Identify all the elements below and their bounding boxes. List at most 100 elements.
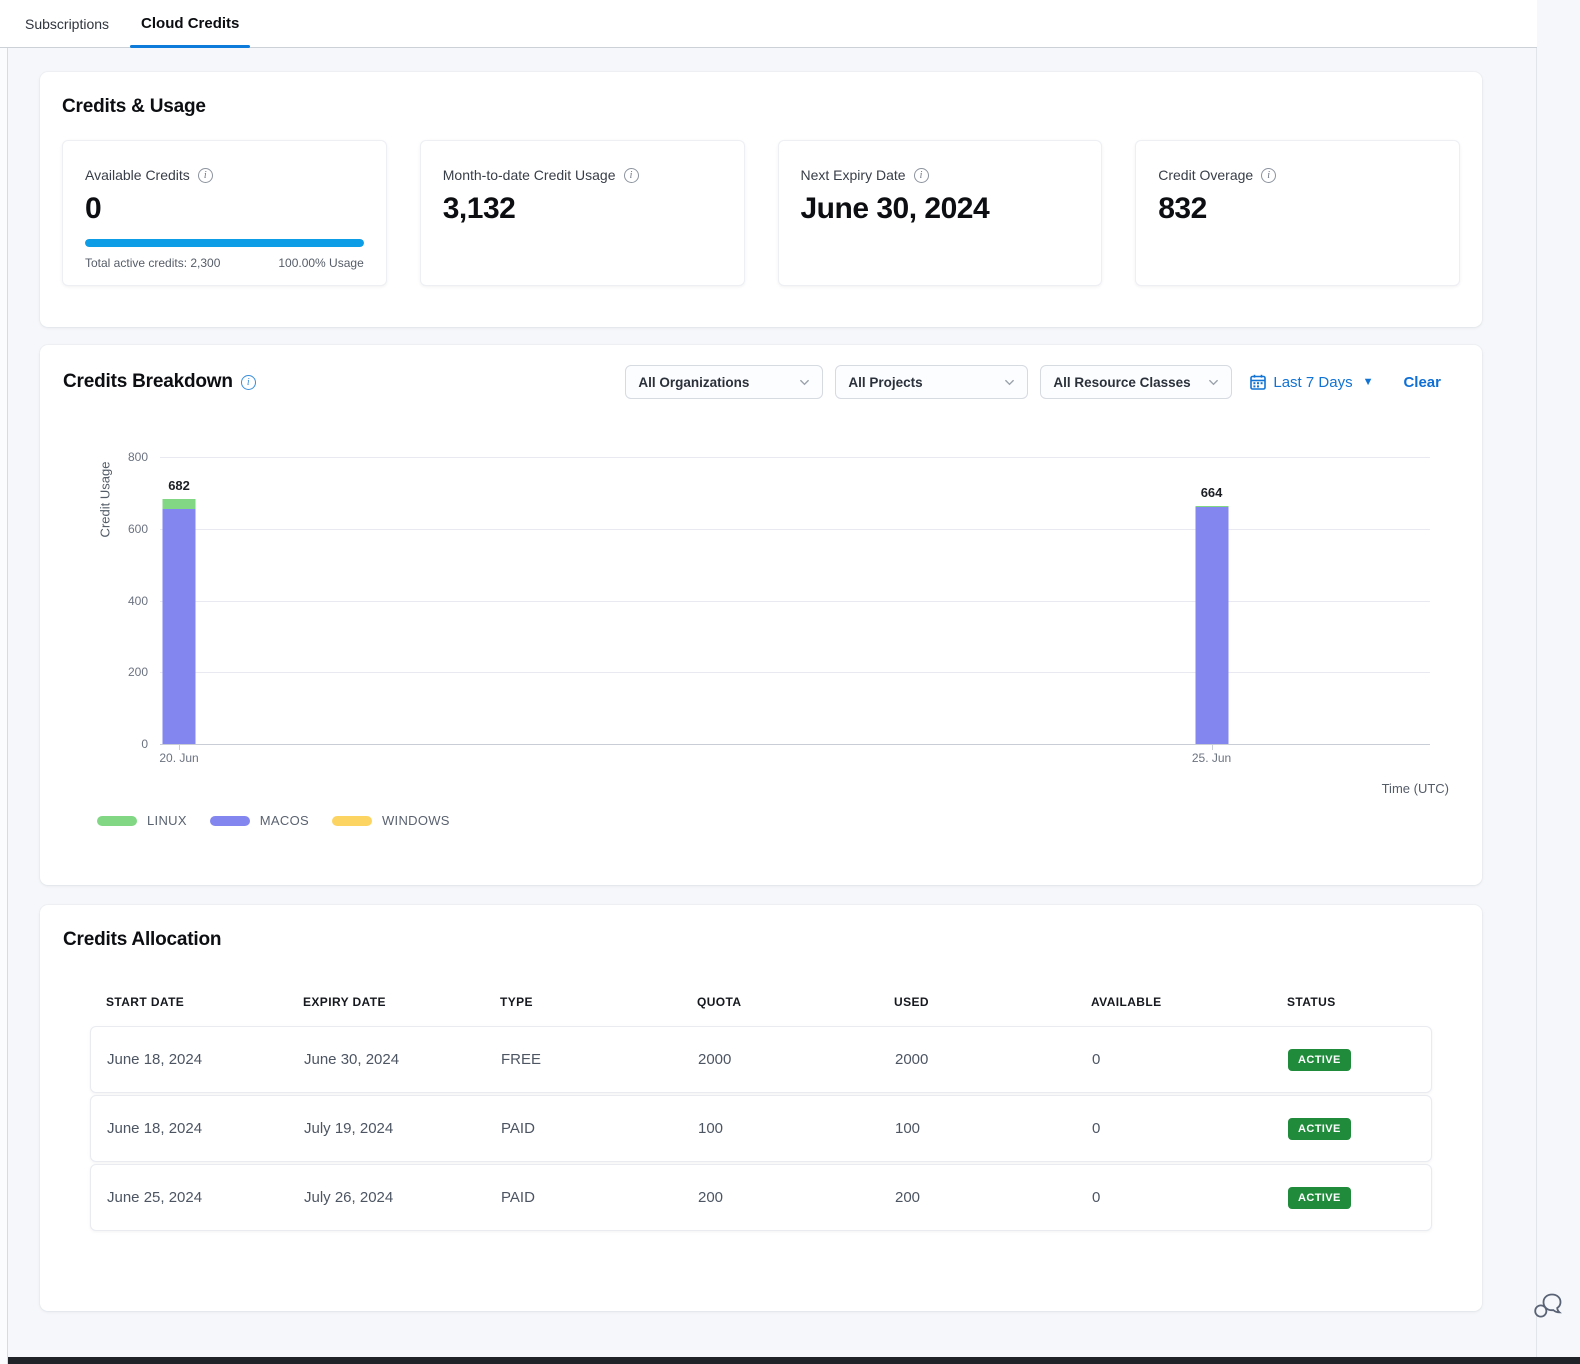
stat-card-next-expiry: Next Expiry Date i June 30, 2024 <box>778 140 1103 286</box>
bar-total-label: 664 <box>1201 485 1223 500</box>
cell-used: 200 <box>895 1189 1092 1206</box>
y-tick-label: 800 <box>128 450 148 464</box>
stat-card-credit-overage: Credit Overage i 832 <box>1135 140 1460 286</box>
legend-swatch <box>332 816 372 826</box>
credits-breakdown-section: Credits Breakdown i All Organizations Al… <box>40 345 1482 885</box>
caret-down-icon: ▼ <box>1363 376 1374 388</box>
chevron-down-icon <box>799 377 810 388</box>
x-tick-mark <box>1212 744 1213 750</box>
tab-subscriptions[interactable]: Subscriptions <box>23 0 111 47</box>
chevron-down-icon <box>1208 377 1219 388</box>
grid-line <box>160 672 1430 673</box>
y-tick-label: 400 <box>128 594 148 608</box>
cell-quota: 2000 <box>698 1051 895 1068</box>
info-icon[interactable]: i <box>198 168 213 183</box>
stat-card-mtd-usage: Month-to-date Credit Usage i 3,132 <box>420 140 745 286</box>
info-icon[interactable]: i <box>241 375 256 390</box>
tab-cloud-credits[interactable]: Cloud Credits <box>139 0 241 47</box>
legend-swatch <box>97 816 137 826</box>
table-row: June 25, 2024July 26, 2024PAID2002000ACT… <box>90 1164 1432 1231</box>
cell-start-date: June 25, 2024 <box>107 1189 304 1206</box>
x-tick-label: 20. Jun <box>159 751 198 765</box>
date-range-picker[interactable]: Last 7 Days ▼ <box>1250 374 1373 391</box>
col-header-quota: QUOTA <box>697 995 894 1009</box>
cell-start-date: June 18, 2024 <box>107 1051 304 1068</box>
tab-bar: Subscriptions Cloud Credits <box>0 0 1537 48</box>
grid-line <box>160 744 1430 745</box>
col-header-type: TYPE <box>500 995 697 1009</box>
stat-label: Credit Overage <box>1158 167 1253 183</box>
legend-swatch <box>210 816 250 826</box>
cell-available: 0 <box>1092 1051 1288 1068</box>
cell-available: 0 <box>1092 1189 1288 1206</box>
y-axis-title: Credit Usage <box>98 400 113 600</box>
info-icon[interactable]: i <box>1261 168 1276 183</box>
credit-usage-chart: 0200400600800Credit UsageTime (UTC)68220… <box>160 457 1430 744</box>
bar-segment-linux[interactable] <box>1195 506 1228 507</box>
col-header-start-date: START DATE <box>106 995 303 1009</box>
chart-legend: LINUX MACOS WINDOWS <box>97 813 450 828</box>
cell-expiry-date: July 19, 2024 <box>304 1120 501 1137</box>
cell-status: ACTIVE <box>1288 1187 1415 1209</box>
stat-label: Month-to-date Credit Usage <box>443 167 616 183</box>
credits-allocation-table: START DATE EXPIRY DATE TYPE QUOTA USED A… <box>90 995 1432 1231</box>
table-row: June 18, 2024June 30, 2024FREE200020000A… <box>90 1026 1432 1093</box>
screen: Subscriptions Cloud Credits Credits & Us… <box>0 0 1580 1364</box>
chart-filters: All Organizations All Projects All Resou… <box>625 365 1441 399</box>
cell-status: ACTIVE <box>1288 1118 1415 1140</box>
cell-start-date: June 18, 2024 <box>107 1120 304 1137</box>
chat-bubble-icon[interactable] <box>1531 1289 1563 1321</box>
col-header-available: AVAILABLE <box>1091 995 1287 1009</box>
legend-item-linux[interactable]: LINUX <box>97 813 187 828</box>
info-icon[interactable]: i <box>624 168 639 183</box>
bar-total-label: 682 <box>168 478 190 493</box>
legend-label: LINUX <box>147 813 187 828</box>
bar-segment-macos[interactable] <box>163 509 196 744</box>
stat-card-available-credits: Available Credits i 0 Total active credi… <box>62 140 387 286</box>
clear-filters-link[interactable]: Clear <box>1403 374 1441 391</box>
organizations-select[interactable]: All Organizations <box>625 365 823 399</box>
cell-used: 100 <box>895 1120 1092 1137</box>
cell-quota: 100 <box>698 1120 895 1137</box>
x-axis-title: Time (UTC) <box>1382 781 1449 796</box>
stacked-bar[interactable]: 664 <box>1195 506 1228 744</box>
total-active-credits: Total active credits: 2,300 <box>85 256 220 270</box>
status-badge: ACTIVE <box>1288 1118 1351 1140</box>
bottom-edge-bar <box>0 1357 1580 1364</box>
credits-usage-title: Credits & Usage <box>62 96 1460 118</box>
stacked-bar[interactable]: 682 <box>163 499 196 744</box>
stat-value: 3,132 <box>443 192 722 226</box>
credits-allocation-section: Credits Allocation START DATE EXPIRY DAT… <box>40 905 1482 1311</box>
projects-select-value: All Projects <box>848 375 922 390</box>
resource-classes-select[interactable]: All Resource Classes <box>1040 365 1232 399</box>
right-edge-divider <box>1536 0 1537 1364</box>
cell-quota: 200 <box>698 1189 895 1206</box>
status-badge: ACTIVE <box>1288 1049 1351 1071</box>
table-header-row: START DATE EXPIRY DATE TYPE QUOTA USED A… <box>90 995 1432 1009</box>
date-range-value: Last 7 Days <box>1273 374 1352 391</box>
organizations-select-value: All Organizations <box>638 375 749 390</box>
cell-available: 0 <box>1092 1120 1288 1137</box>
usage-percent: 100.00% Usage <box>278 256 363 270</box>
legend-label: MACOS <box>260 813 309 828</box>
credits-allocation-title: Credits Allocation <box>40 929 1482 951</box>
bar-segment-linux[interactable] <box>163 499 196 509</box>
credits-breakdown-title: Credits Breakdown <box>63 371 233 393</box>
info-icon[interactable]: i <box>914 168 929 183</box>
grid-line <box>160 529 1430 530</box>
cell-expiry-date: July 26, 2024 <box>304 1189 501 1206</box>
cell-status: ACTIVE <box>1288 1049 1415 1071</box>
cell-type: PAID <box>501 1120 698 1137</box>
left-rail <box>0 48 8 1364</box>
credits-progress-fill <box>85 239 364 247</box>
credits-usage-section: Credits & Usage Available Credits i 0 To… <box>40 72 1482 327</box>
bar-segment-macos[interactable] <box>1195 507 1228 744</box>
legend-item-macos[interactable]: MACOS <box>210 813 309 828</box>
status-badge: ACTIVE <box>1288 1187 1351 1209</box>
cell-expiry-date: June 30, 2024 <box>304 1051 501 1068</box>
stat-label: Available Credits <box>85 167 190 183</box>
projects-select[interactable]: All Projects <box>835 365 1028 399</box>
credits-progress-bar <box>85 239 364 247</box>
cell-type: PAID <box>501 1189 698 1206</box>
legend-item-windows[interactable]: WINDOWS <box>332 813 450 828</box>
